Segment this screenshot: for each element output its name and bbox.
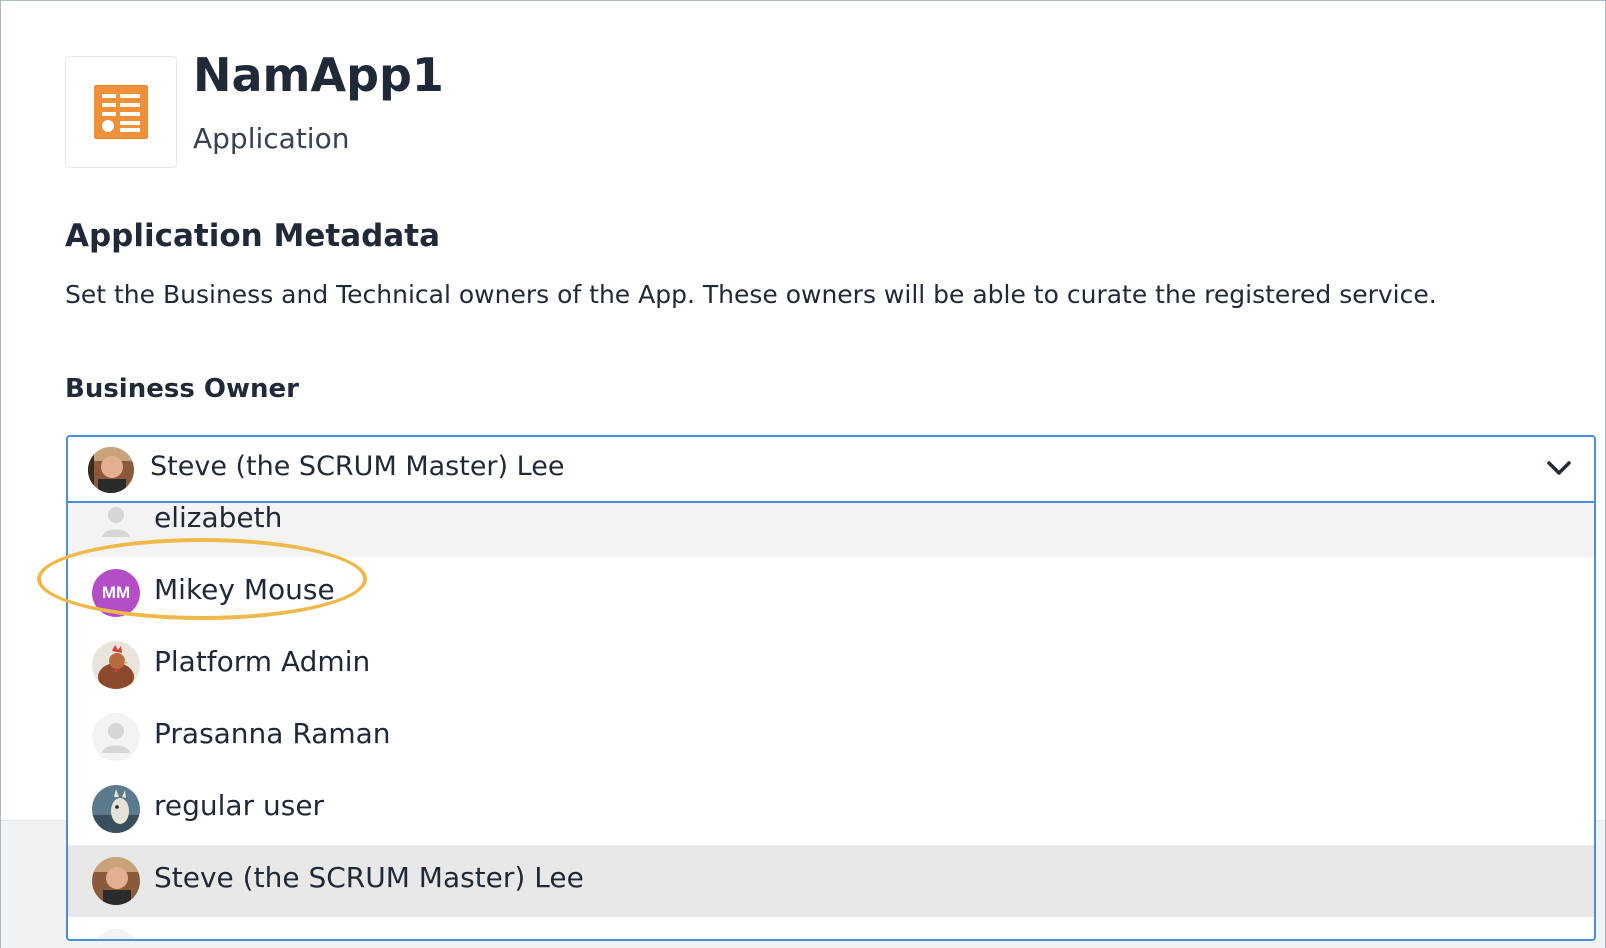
person-photo-avatar [92, 857, 140, 909]
owner-option-name: Steve (the SCRUM Master) Lee [154, 861, 584, 894]
owner-option[interactable]: MM Mikey Mouse [68, 557, 1594, 629]
default-user-avatar [92, 713, 140, 765]
owner-option[interactable]: Platform Admin [68, 629, 1594, 701]
owner-option[interactable]: regular user [68, 773, 1594, 845]
application-list-icon [65, 56, 177, 168]
llama-photo-avatar [92, 785, 140, 837]
owner-option-name: Platform Admin [154, 645, 371, 678]
business-owner-dropdown-list[interactable]: elizabeth MM Mikey Mouse Platform Admin [66, 503, 1596, 941]
section-title: Application Metadata [65, 218, 440, 254]
default-user-avatar [92, 503, 140, 549]
selected-owner-name: Steve (the SCRUM Master) Lee [150, 451, 565, 482]
owner-option-name: elizabeth [154, 503, 283, 534]
owner-option-name: Mikey Mouse [154, 573, 335, 606]
owner-option-partial[interactable] [68, 917, 1594, 939]
page-title: NamApp1 [193, 48, 444, 102]
avatar-initials: MM [92, 569, 140, 617]
default-user-avatar [92, 929, 140, 939]
rooster-photo-avatar [92, 641, 140, 693]
business-owner-select[interactable]: Steve (the SCRUM Master) Lee [66, 435, 1596, 503]
owner-option-name: Prasanna Raman [154, 717, 391, 750]
section-description: Set the Business and Technical owners of… [65, 280, 1437, 309]
owner-option[interactable]: elizabeth [68, 503, 1594, 557]
owner-option-selected[interactable]: Steve (the SCRUM Master) Lee [68, 845, 1594, 917]
page-subtitle: Application [193, 122, 350, 155]
business-owner-label: Business Owner [65, 374, 299, 404]
initials-avatar: MM [92, 569, 140, 617]
owner-option[interactable]: Prasanna Raman [68, 701, 1594, 773]
person-photo-avatar [88, 447, 134, 497]
chevron-down-icon[interactable] [1546, 459, 1572, 481]
owner-option-name: regular user [154, 789, 325, 822]
